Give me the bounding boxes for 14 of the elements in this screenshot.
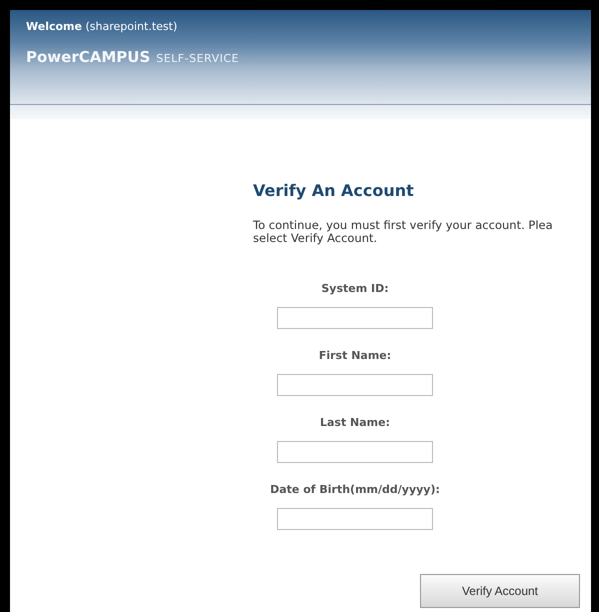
verify-button[interactable]: Verify Account [420, 574, 580, 608]
intro-text: To continue, you must first verify your account. Plea select Verify Account. [253, 219, 554, 245]
product-subtitle: SELF-SERVICE [156, 52, 239, 65]
welcome-text: Welcome (sharepoint.test) [26, 20, 178, 33]
field-label: Date of Birth(mm/dd/yyyy): [270, 483, 440, 496]
field-label: First Name: [318, 349, 392, 362]
field-label: System ID: [321, 282, 389, 295]
input-field[interactable] [277, 508, 433, 530]
page-title: Verify An Account [253, 181, 415, 200]
product-name: PowerCAMPUS [26, 48, 150, 66]
input-field[interactable] [277, 441, 433, 463]
input-field[interactable] [277, 374, 433, 396]
input-field[interactable] [277, 307, 433, 329]
field-label: Last Name: [320, 416, 390, 429]
